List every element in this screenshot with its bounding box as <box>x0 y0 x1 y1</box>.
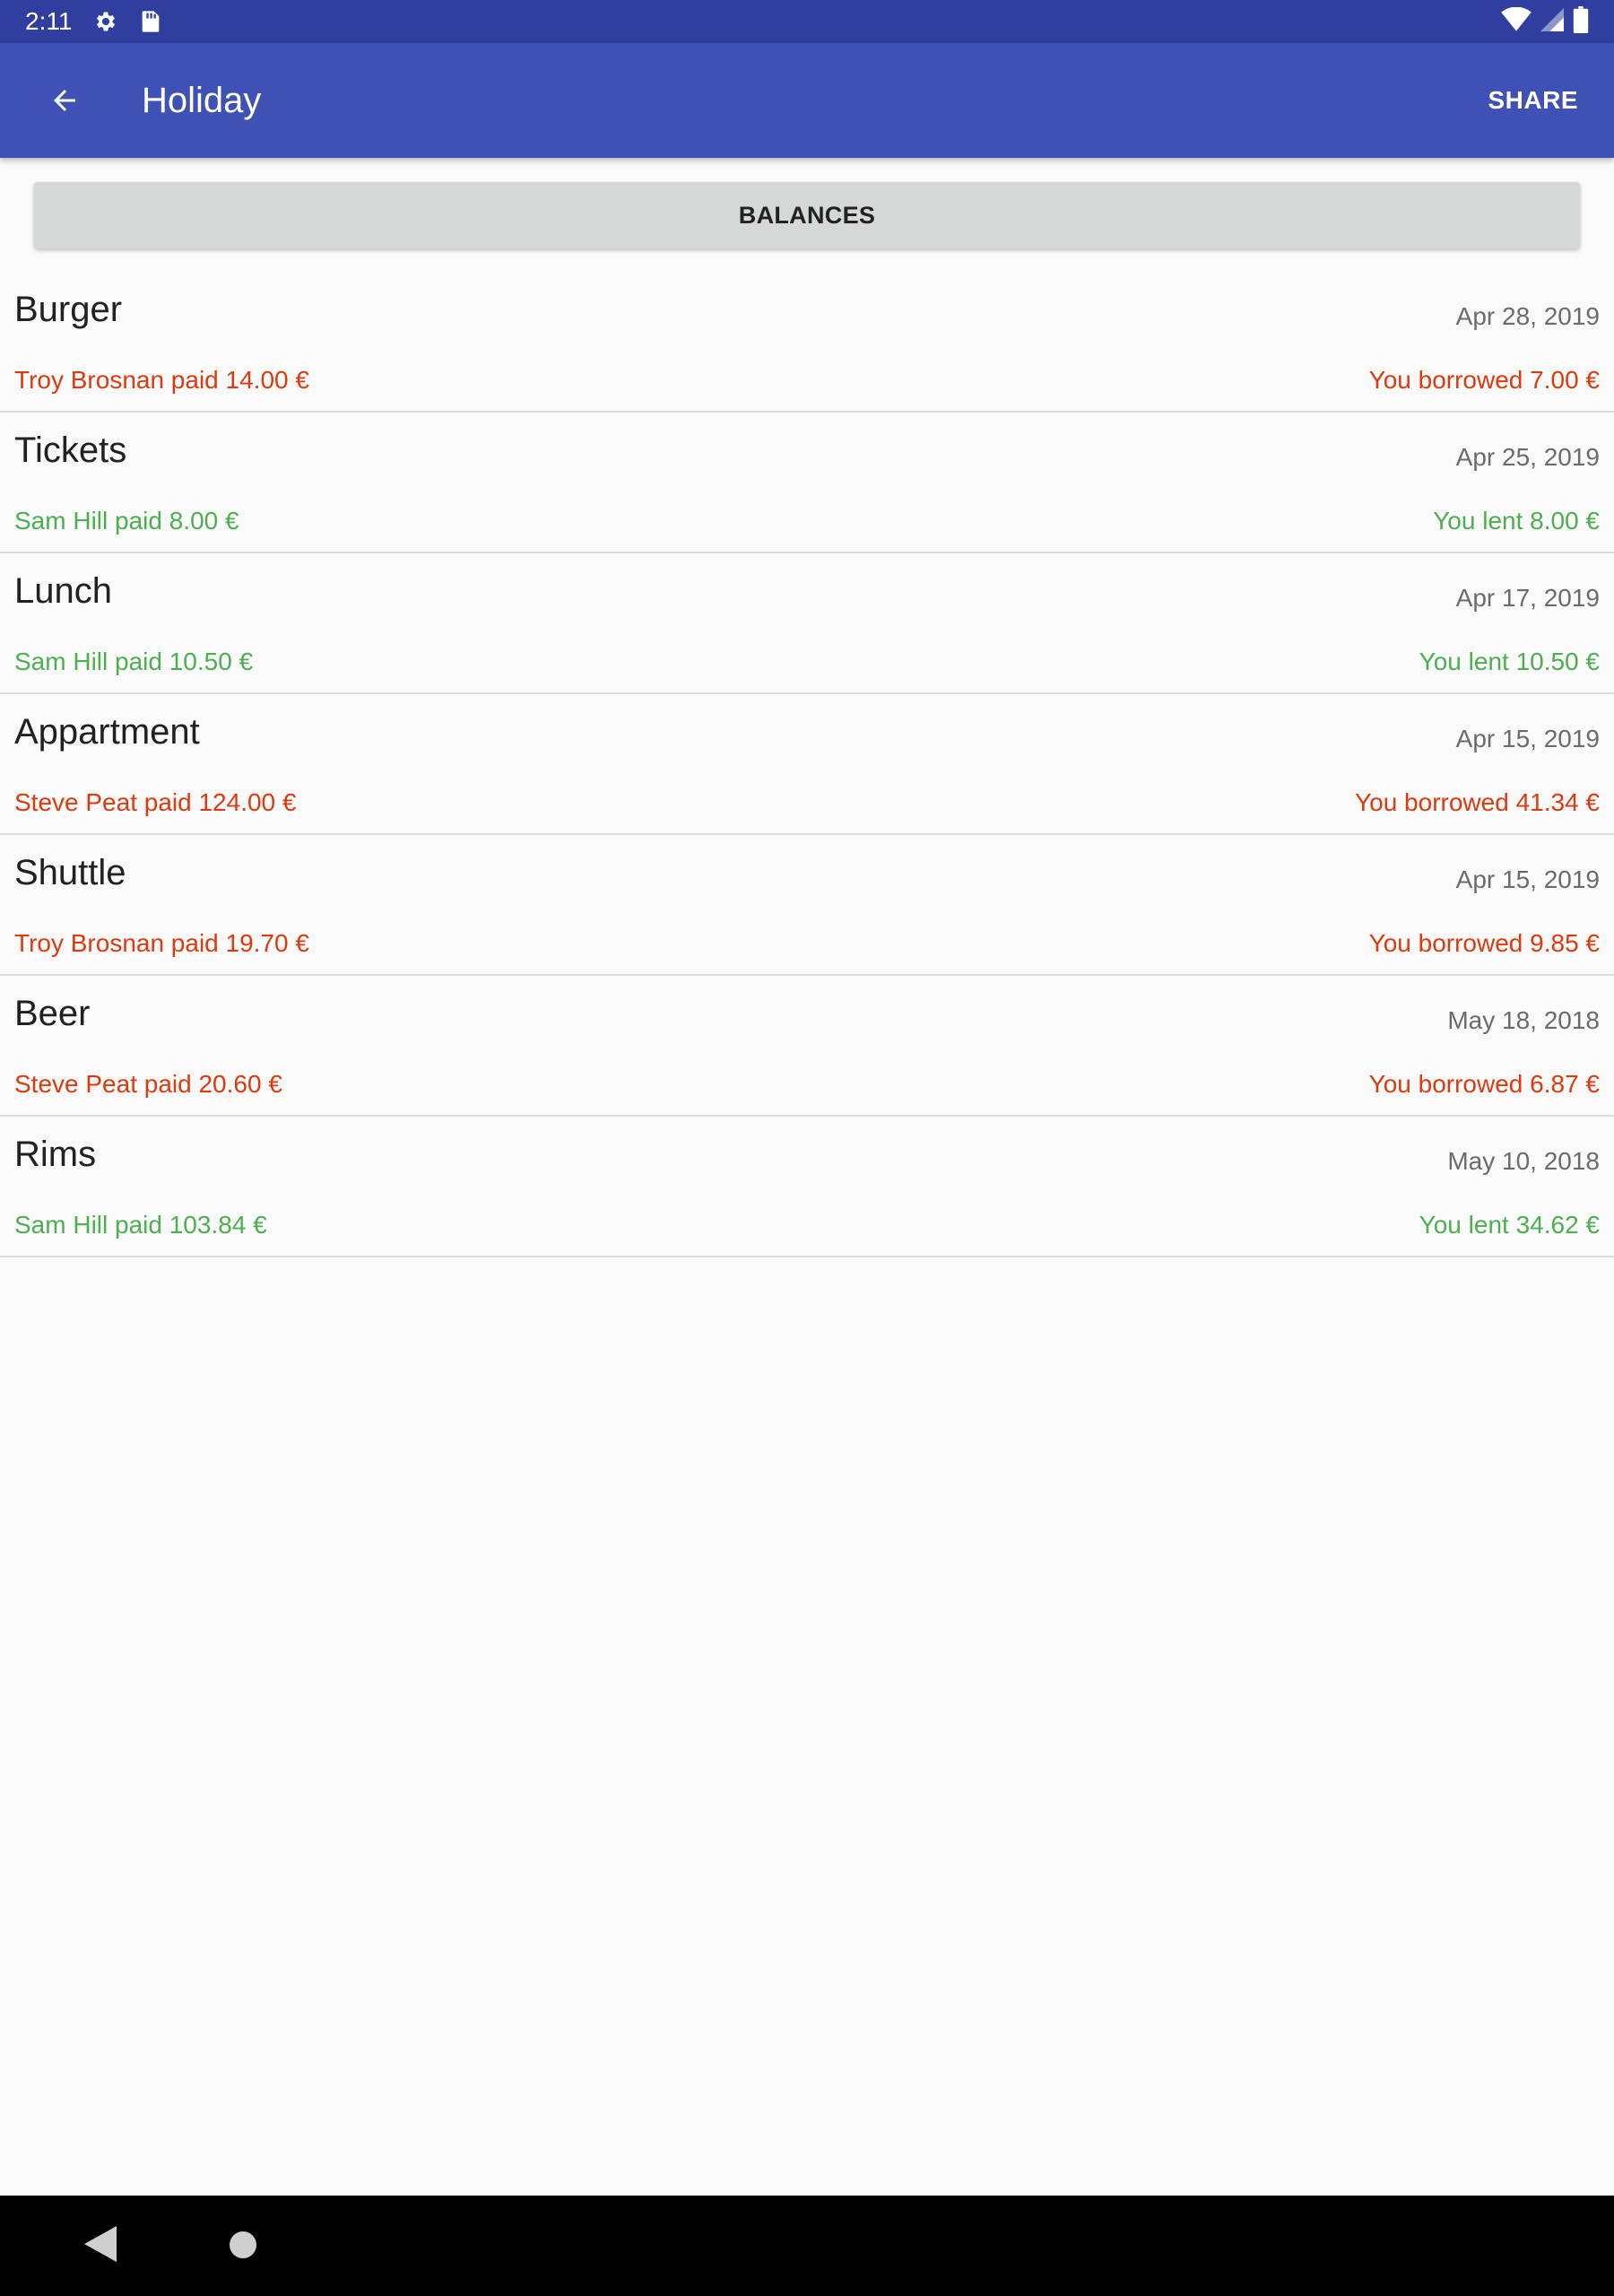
expense-balance: You borrowed 7.00 € <box>1368 366 1600 394</box>
expense-balance: You lent 8.00 € <box>1433 507 1600 535</box>
expense-date: May 10, 2018 <box>1447 1147 1600 1175</box>
arrow-back-icon <box>54 90 75 111</box>
expense-row[interactable]: Burger Apr 28, 2019 Troy Brosnan paid 14… <box>0 272 1614 413</box>
sd-card-icon <box>140 9 161 34</box>
page-title: Holiday <box>142 80 262 120</box>
battery-icon <box>1573 5 1589 38</box>
expense-balance: You borrowed 41.34 € <box>1355 788 1600 816</box>
expense-paid-by: Sam Hill paid 10.50 € <box>14 648 254 675</box>
expense-row[interactable]: Tickets Apr 25, 2019 Sam Hill paid 8.00 … <box>0 413 1614 553</box>
back-button[interactable] <box>32 68 97 133</box>
expense-date: Apr 28, 2019 <box>1455 302 1600 330</box>
expense-row[interactable]: Lunch Apr 17, 2019 Sam Hill paid 10.50 €… <box>0 553 1614 694</box>
back-triangle-icon[interactable] <box>84 2226 117 2266</box>
expense-list: Burger Apr 28, 2019 Troy Brosnan paid 14… <box>0 272 1614 1257</box>
status-bar: 2:11 <box>0 0 1614 43</box>
wifi-icon <box>1501 6 1532 37</box>
expense-paid-by: Sam Hill paid 8.00 € <box>14 507 239 535</box>
expense-title: Beer <box>14 994 91 1033</box>
expense-title: Shuttle <box>14 853 126 892</box>
expense-date: Apr 15, 2019 <box>1455 865 1600 893</box>
expense-title: Rims <box>14 1135 97 1174</box>
expense-title: Appartment <box>14 712 200 752</box>
app-bar: Holiday SHARE <box>0 43 1614 158</box>
expense-paid-by: Sam Hill paid 103.84 € <box>14 1211 267 1239</box>
expense-row[interactable]: Shuttle Apr 15, 2019 Troy Brosnan paid 1… <box>0 835 1614 976</box>
status-time: 2:11 <box>25 7 73 35</box>
expense-title: Burger <box>14 290 123 329</box>
settings-icon <box>93 9 118 34</box>
expense-date: Apr 15, 2019 <box>1455 725 1600 752</box>
expense-row[interactable]: Appartment Apr 15, 2019 Steve Peat paid … <box>0 694 1614 835</box>
expense-row[interactable]: Rims May 10, 2018 Sam Hill paid 103.84 €… <box>0 1117 1614 1257</box>
expense-title: Tickets <box>14 430 127 470</box>
expense-title: Lunch <box>14 571 112 611</box>
expense-date: Apr 17, 2019 <box>1455 584 1600 612</box>
share-button[interactable]: SHARE <box>1488 68 1578 133</box>
expense-paid-by: Troy Brosnan paid 19.70 € <box>14 929 309 957</box>
expense-paid-by: Steve Peat paid 124.00 € <box>14 788 297 816</box>
expense-date: May 18, 2018 <box>1447 1006 1600 1034</box>
balances-button[interactable]: BALANCES <box>34 182 1580 248</box>
expense-paid-by: Troy Brosnan paid 14.00 € <box>14 366 309 394</box>
expense-date: Apr 25, 2019 <box>1455 443 1600 471</box>
expense-row[interactable]: Beer May 18, 2018 Steve Peat paid 20.60 … <box>0 976 1614 1117</box>
home-circle-icon[interactable] <box>230 2231 256 2263</box>
cell-signal-icon <box>1540 7 1564 37</box>
expense-balance: You lent 34.62 € <box>1419 1211 1600 1239</box>
navigation-bar <box>0 2196 1614 2296</box>
expense-balance: You borrowed 6.87 € <box>1368 1070 1600 1098</box>
expense-paid-by: Steve Peat paid 20.60 € <box>14 1070 282 1098</box>
expense-balance: You borrowed 9.85 € <box>1368 929 1600 957</box>
expense-balance: You lent 10.50 € <box>1419 648 1600 675</box>
